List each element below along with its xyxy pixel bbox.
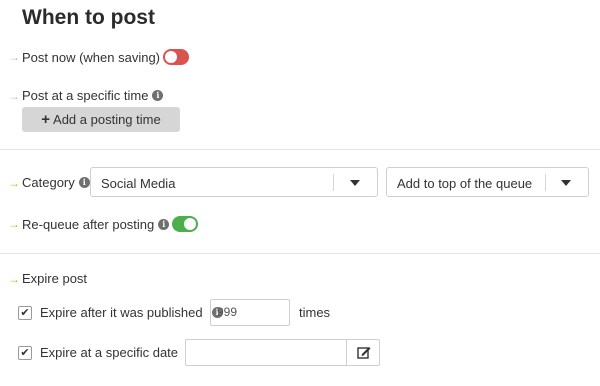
arrow-right-icon: → <box>8 175 20 190</box>
queue-position-value: Add to top of the queue <box>397 176 533 191</box>
info-icon[interactable]: i <box>152 90 164 101</box>
queue-position-select[interactable]: Add to top of the queue <box>386 167 589 197</box>
requeue-toggle[interactable] <box>172 216 199 232</box>
info-icon[interactable]: i <box>78 177 90 188</box>
add-posting-time-label: Add a posting time <box>53 112 161 127</box>
expire-times-input[interactable]: 999 <box>210 299 290 326</box>
category-row: → Category i <box>8 175 90 190</box>
add-posting-time-button[interactable]: + Add a posting time <box>22 107 180 132</box>
expire-specific-date-label: Expire at a specific date <box>40 345 179 360</box>
specific-time-row: → Post at a specific time i <box>8 88 164 103</box>
toggle-knob <box>184 218 197 230</box>
expire-label: Expire post <box>22 271 88 286</box>
expire-row: → Expire post <box>8 271 87 286</box>
post-now-label: Post now (when saving) <box>22 49 161 65</box>
arrow-right-icon: → <box>8 88 20 103</box>
info-icon[interactable]: i <box>158 218 170 230</box>
expire-after-published-label: Expire after it was published <box>40 305 203 320</box>
category-select[interactable]: Social Media <box>90 167 378 197</box>
date-separator <box>346 340 347 365</box>
toggle-knob <box>165 51 178 63</box>
check-icon: ✔ <box>20 307 30 319</box>
requeue-row: → Re-queue after posting i <box>8 216 199 232</box>
section-divider <box>0 253 600 254</box>
arrow-right-icon: → <box>8 217 20 231</box>
category-value: Social Media <box>101 176 176 191</box>
expire-after-published-row: ✔ Expire after it was published i <box>18 305 223 320</box>
page-title: When to post <box>22 6 155 29</box>
select-separator <box>545 174 546 191</box>
caret-down-icon[interactable] <box>350 180 360 186</box>
section-divider <box>0 149 600 150</box>
expire-specific-date-row: ✔ Expire at a specific date i <box>18 345 199 360</box>
times-label: times <box>299 305 331 320</box>
expire-specific-date-checkbox[interactable]: ✔ <box>18 345 32 360</box>
plus-icon: + <box>41 111 51 128</box>
arrow-right-icon: → <box>8 271 20 286</box>
check-icon: ✔ <box>20 347 30 359</box>
specific-time-label: Post at a specific time <box>22 88 149 103</box>
post-now-toggle[interactable] <box>163 49 190 65</box>
requeue-label: Re-queue after posting <box>22 216 155 232</box>
category-label: Category <box>22 175 75 190</box>
post-now-row: → Post now (when saving) <box>8 49 190 65</box>
expire-after-published-checkbox[interactable]: ✔ <box>18 305 32 320</box>
arrow-right-icon: → <box>8 50 20 64</box>
expire-date-input[interactable] <box>185 339 380 366</box>
select-separator <box>333 174 334 191</box>
edit-icon[interactable] <box>357 345 371 359</box>
caret-down-icon[interactable] <box>561 180 571 186</box>
